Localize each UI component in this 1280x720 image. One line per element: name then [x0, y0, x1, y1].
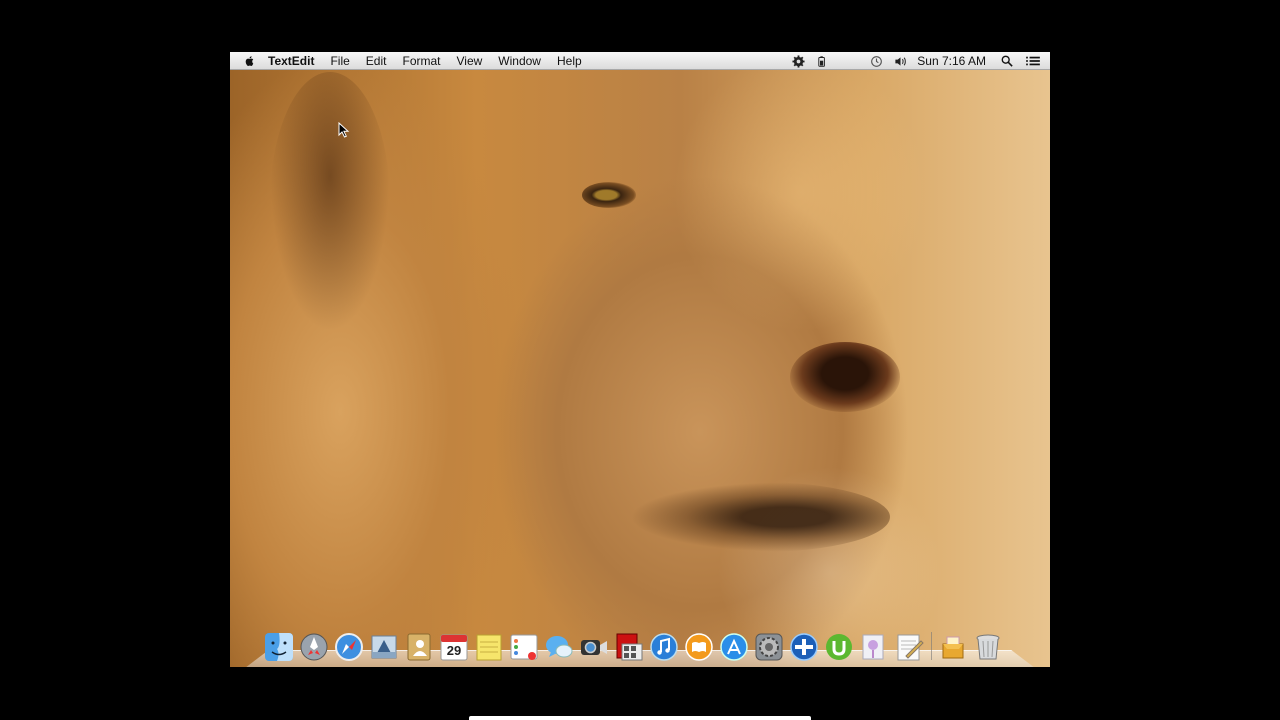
- gear-icon[interactable]: [791, 54, 805, 68]
- menu-file[interactable]: File: [322, 52, 357, 70]
- utorrent-icon[interactable]: [824, 632, 854, 662]
- menu-bar: TextEdit File Edit Format View Window He…: [230, 52, 1050, 70]
- app-menu-textedit[interactable]: TextEdit: [266, 52, 322, 70]
- notification-list-icon[interactable]: [1024, 54, 1042, 68]
- wallpaper-lion-eye: [582, 182, 636, 208]
- finder-icon[interactable]: [264, 632, 294, 662]
- spotlight-icon[interactable]: [1000, 54, 1014, 68]
- menu-edit[interactable]: Edit: [358, 52, 395, 70]
- notes-icon[interactable]: [474, 632, 504, 662]
- textedit-icon[interactable]: [894, 632, 924, 662]
- dock: 29: [264, 626, 1008, 662]
- downloads-stack-icon[interactable]: [938, 632, 968, 662]
- itunes-icon[interactable]: [649, 632, 679, 662]
- menu-extras: Sun 7:16 AM: [791, 52, 1042, 70]
- battery-icon[interactable]: [815, 54, 829, 68]
- system-preferences-icon[interactable]: [754, 632, 784, 662]
- dock-separator: [931, 632, 932, 660]
- volume-icon[interactable]: [893, 54, 907, 68]
- mission-control-icon[interactable]: [789, 632, 819, 662]
- app-store-icon[interactable]: [719, 632, 749, 662]
- calendar-icon[interactable]: 29: [439, 632, 469, 662]
- time-machine-icon[interactable]: [869, 54, 883, 68]
- menu-format[interactable]: Format: [394, 52, 448, 70]
- mail-icon[interactable]: [369, 632, 399, 662]
- menu-window[interactable]: Window: [490, 52, 549, 70]
- trash-icon[interactable]: [973, 632, 1003, 662]
- wallpaper-mane-shade: [270, 72, 390, 332]
- contacts-icon[interactable]: [404, 632, 434, 662]
- mouse-cursor-icon: [338, 122, 350, 138]
- wallpaper-lion-nose: [790, 342, 900, 412]
- ibooks-icon[interactable]: [684, 632, 714, 662]
- facetime-icon[interactable]: [579, 632, 609, 662]
- menu-help[interactable]: Help: [549, 52, 590, 70]
- launchpad-icon[interactable]: [299, 632, 329, 662]
- apple-menu-icon[interactable]: [244, 54, 258, 68]
- reminders-icon[interactable]: [509, 632, 539, 662]
- messages-icon[interactable]: [544, 632, 574, 662]
- photo-booth-icon[interactable]: [614, 632, 644, 662]
- safari-icon[interactable]: [334, 632, 364, 662]
- desktop-screen: TextEdit File Edit Format View Window He…: [230, 52, 1050, 667]
- video-progress-strip: [469, 716, 811, 720]
- menu-view[interactable]: View: [449, 52, 491, 70]
- preview-icon[interactable]: [859, 632, 889, 662]
- menubar-clock[interactable]: Sun 7:16 AM: [917, 52, 986, 70]
- calendar-day: 29: [446, 643, 462, 658]
- wallpaper-lion-mouth: [630, 482, 890, 552]
